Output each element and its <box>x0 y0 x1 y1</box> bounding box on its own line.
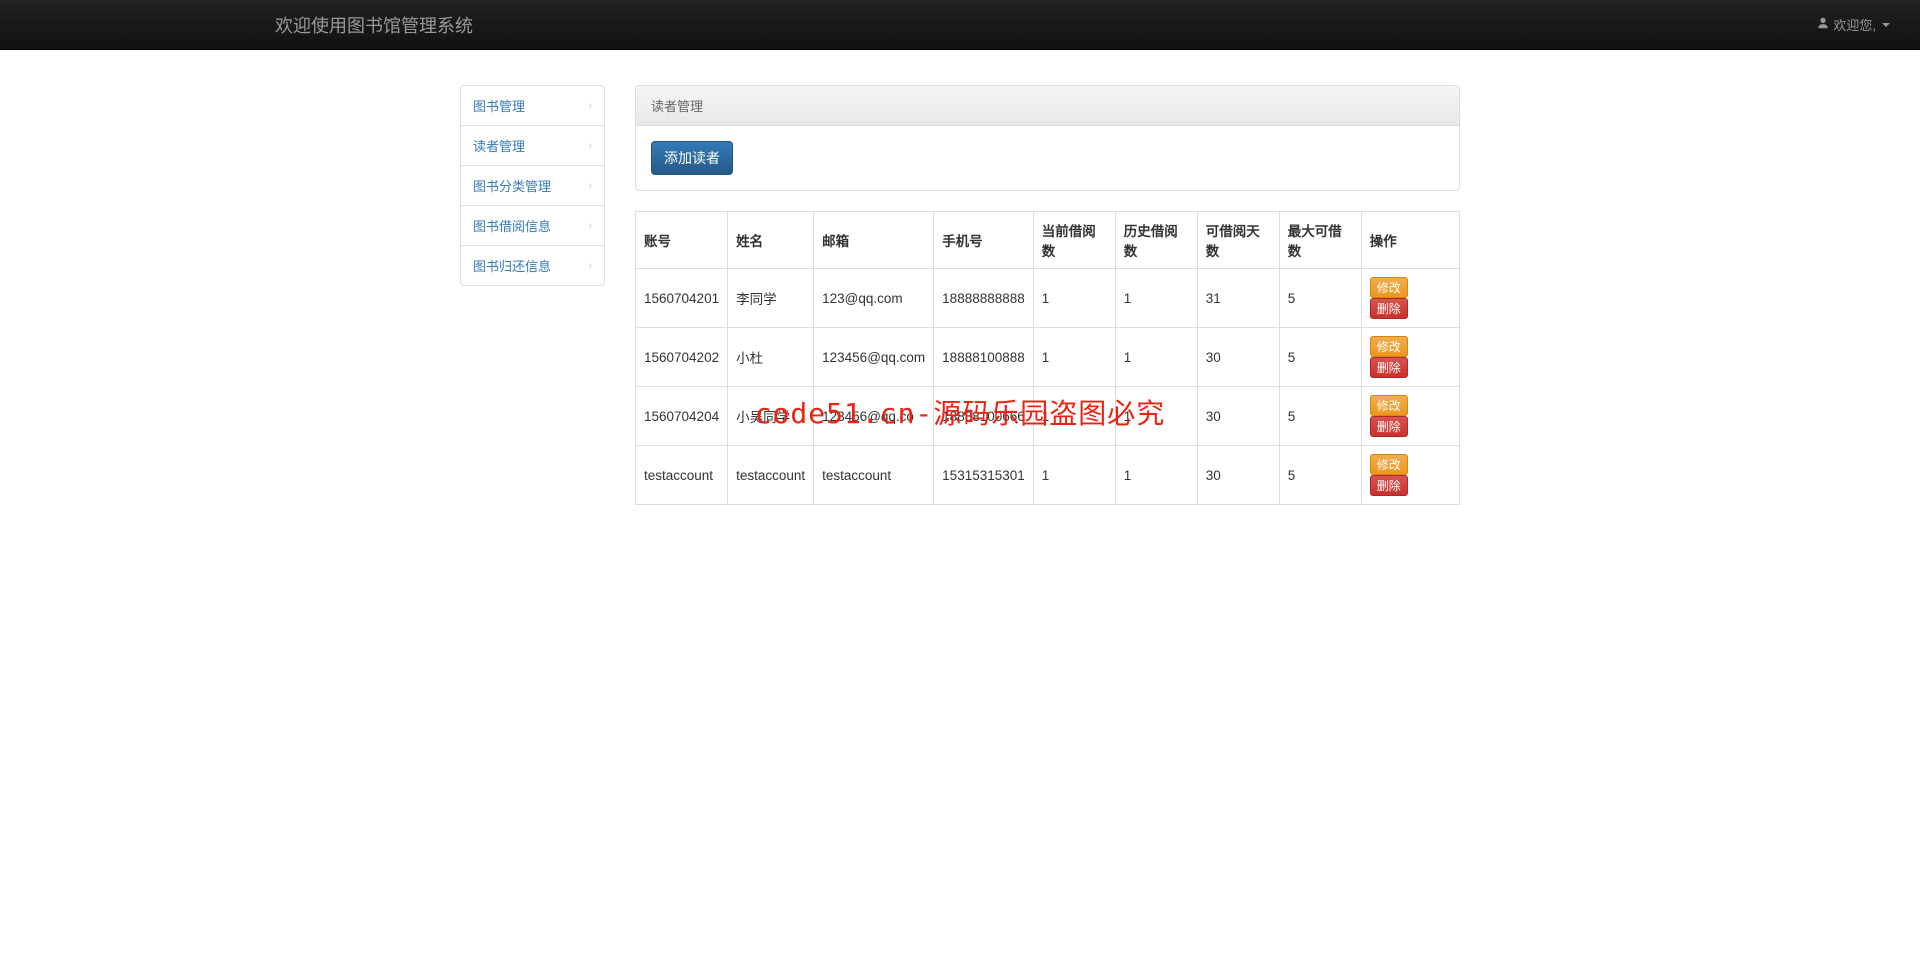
cell-max: 5 <box>1279 387 1361 446</box>
panel: 读者管理 添加读者 <box>635 85 1460 191</box>
th-name: 姓名 <box>728 212 814 269</box>
sidebar-item-books[interactable]: 图书管理 › <box>461 86 604 126</box>
cell-account: 1560704201 <box>636 269 728 328</box>
cell-history: 1 <box>1115 269 1197 328</box>
cell-email: 123@qq.com <box>814 269 934 328</box>
cell-actions: 修改 删除 <box>1361 446 1459 505</box>
cell-max: 5 <box>1279 269 1361 328</box>
user-menu[interactable]: 欢迎您, <box>1817 15 1890 34</box>
cell-max: 5 <box>1279 446 1361 505</box>
navbar-brand: 欢迎使用图书馆管理系统 <box>20 12 473 38</box>
delete-button[interactable]: 删除 <box>1370 357 1408 378</box>
sidebar-item-readers[interactable]: 读者管理 › <box>461 126 604 166</box>
cell-days: 30 <box>1197 328 1279 387</box>
cell-phone: 18888100888 <box>934 328 1034 387</box>
cell-days: 30 <box>1197 387 1279 446</box>
navbar: 欢迎使用图书馆管理系统 欢迎您, <box>0 0 1920 50</box>
cell-history: 1 <box>1115 328 1197 387</box>
table-row: 1560704201李同学123@qq.com1888888888811315修… <box>636 269 1460 328</box>
cell-account: 1560704204 <box>636 387 728 446</box>
sidebar-item-label: 图书管理 <box>473 96 525 115</box>
chevron-right-icon: › <box>588 180 592 192</box>
sidebar-item-categories[interactable]: 图书分类管理 › <box>461 166 604 206</box>
sidebar-list: 图书管理 › 读者管理 › 图书分类管理 › 图书借阅信息 › 图书归还信息 › <box>460 85 605 286</box>
cell-phone: 18888888888 <box>934 269 1034 328</box>
th-actions: 操作 <box>1361 212 1459 269</box>
sidebar: 图书管理 › 读者管理 › 图书分类管理 › 图书借阅信息 › 图书归还信息 › <box>460 85 605 505</box>
sidebar-item-borrow[interactable]: 图书借阅信息 › <box>461 206 604 246</box>
user-icon <box>1817 17 1829 32</box>
edit-button[interactable]: 修改 <box>1370 336 1408 357</box>
edit-button[interactable]: 修改 <box>1370 395 1408 416</box>
table-row: 1560704202小杜123456@qq.com188881008881130… <box>636 328 1460 387</box>
delete-button[interactable]: 删除 <box>1370 298 1408 319</box>
cell-name: testaccount <box>728 446 814 505</box>
welcome-text: 欢迎您, <box>1833 15 1876 34</box>
cell-days: 31 <box>1197 269 1279 328</box>
th-max: 最大可借数 <box>1279 212 1361 269</box>
cell-email: 123456@qq.co <box>814 387 934 446</box>
delete-button[interactable]: 删除 <box>1370 475 1408 496</box>
cell-days: 30 <box>1197 446 1279 505</box>
th-current: 当前借阅数 <box>1033 212 1115 269</box>
cell-email: 123456@qq.com <box>814 328 934 387</box>
cell-account: 1560704202 <box>636 328 728 387</box>
sidebar-item-label: 图书借阅信息 <box>473 216 551 235</box>
table-row: 1560704204小吴同学123456@qq.co18888100666113… <box>636 387 1460 446</box>
readers-table: 账号 姓名 邮箱 手机号 当前借阅数 历史借阅数 可借阅天数 最大可借数 操作 … <box>635 211 1460 505</box>
delete-button[interactable]: 删除 <box>1370 416 1408 437</box>
cell-account: testaccount <box>636 446 728 505</box>
cell-phone: 18888100666 <box>934 387 1034 446</box>
sidebar-item-label: 图书分类管理 <box>473 176 551 195</box>
add-reader-button[interactable]: 添加读者 <box>651 141 733 175</box>
edit-button[interactable]: 修改 <box>1370 454 1408 475</box>
panel-title: 读者管理 <box>636 86 1459 126</box>
th-days: 可借阅天数 <box>1197 212 1279 269</box>
cell-history: 1 <box>1115 446 1197 505</box>
cell-current: 1 <box>1033 269 1115 328</box>
th-history: 历史借阅数 <box>1115 212 1197 269</box>
cell-actions: 修改 删除 <box>1361 269 1459 328</box>
cell-name: 小吴同学 <box>728 387 814 446</box>
cell-actions: 修改 删除 <box>1361 328 1459 387</box>
cell-name: 小杜 <box>728 328 814 387</box>
cell-email: testaccount <box>814 446 934 505</box>
sidebar-item-label: 图书归还信息 <box>473 256 551 275</box>
cell-phone: 15315315301 <box>934 446 1034 505</box>
cell-name: 李同学 <box>728 269 814 328</box>
caret-down-icon <box>1882 23 1890 27</box>
panel-body: 添加读者 <box>636 126 1459 190</box>
edit-button[interactable]: 修改 <box>1370 277 1408 298</box>
main-container: 图书管理 › 读者管理 › 图书分类管理 › 图书借阅信息 › 图书归还信息 ›… <box>450 85 1470 505</box>
th-account: 账号 <box>636 212 728 269</box>
chevron-right-icon: › <box>588 140 592 152</box>
th-email: 邮箱 <box>814 212 934 269</box>
th-phone: 手机号 <box>934 212 1034 269</box>
chevron-right-icon: › <box>588 260 592 272</box>
main-content: 读者管理 添加读者 账号 姓名 邮箱 手机号 当前借阅数 历史借阅数 可借阅天数… <box>635 85 1460 505</box>
chevron-right-icon: › <box>588 220 592 232</box>
cell-history: 1 <box>1115 387 1197 446</box>
table-header-row: 账号 姓名 邮箱 手机号 当前借阅数 历史借阅数 可借阅天数 最大可借数 操作 <box>636 212 1460 269</box>
table-row: testaccounttestaccounttestaccount1531531… <box>636 446 1460 505</box>
chevron-right-icon: › <box>588 100 592 112</box>
sidebar-item-label: 读者管理 <box>473 136 525 155</box>
cell-max: 5 <box>1279 328 1361 387</box>
sidebar-item-return[interactable]: 图书归还信息 › <box>461 246 604 285</box>
cell-current: 1 <box>1033 446 1115 505</box>
cell-current: 1 <box>1033 328 1115 387</box>
cell-actions: 修改 删除 <box>1361 387 1459 446</box>
cell-current: 1 <box>1033 387 1115 446</box>
